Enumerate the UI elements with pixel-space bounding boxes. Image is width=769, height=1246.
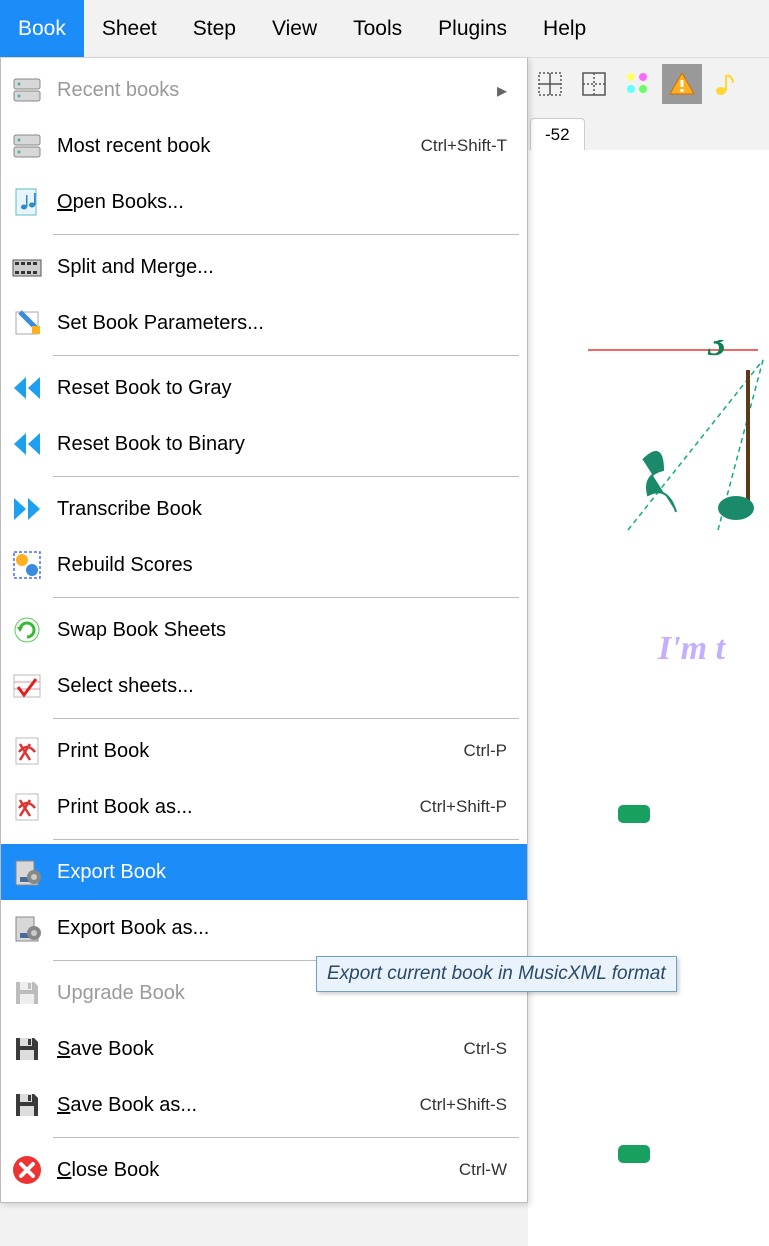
menu-separator: [53, 1137, 519, 1138]
note-head-1: [618, 805, 654, 832]
menu-item-save-book-as[interactable]: Save Book as...Ctrl+Shift-S: [1, 1077, 527, 1133]
menu-item-shortcut: Ctrl+Shift-P: [420, 797, 507, 817]
menu-item-export-book[interactable]: Export Book: [1, 844, 527, 900]
book-music-icon: [9, 184, 45, 220]
pdf-icon: [9, 733, 45, 769]
menu-item-label: Open Books...: [57, 191, 519, 214]
menu-book[interactable]: Book: [0, 0, 84, 57]
menu-separator: [53, 355, 519, 356]
menu-item-label: Print Book: [57, 740, 464, 763]
menu-item-reset-book-to-gray[interactable]: Reset Book to Gray: [1, 360, 527, 416]
lyric-text: I'm t: [658, 630, 725, 668]
menu-sheet[interactable]: Sheet: [84, 0, 175, 57]
sheet-tab-partial[interactable]: -52: [530, 118, 585, 151]
menu-separator: [53, 597, 519, 598]
triplet-marker: 3: [588, 340, 768, 545]
submenu-arrow-icon: ▸: [497, 78, 507, 103]
save-icon: [9, 1087, 45, 1123]
menu-item-label: Transcribe Book: [57, 498, 519, 521]
menu-item-transcribe-book[interactable]: Transcribe Book: [1, 481, 527, 537]
note-head-2: [618, 1145, 654, 1172]
menu-item-label: Swap Book Sheets: [57, 619, 519, 642]
select-icon: [9, 668, 45, 704]
menu-item-open-books[interactable]: Open Books...: [1, 174, 527, 230]
score-canvas: 3 I'm t: [528, 150, 769, 1246]
menu-item-label: Split and Merge...: [57, 256, 519, 279]
tooltip-export-book: Export current book in MusicXML format: [316, 956, 677, 992]
menu-item-recent-books: Recent books▸: [1, 62, 527, 118]
menu-item-print-book-as[interactable]: Print Book as...Ctrl+Shift-P: [1, 779, 527, 835]
menu-item-label: Close Book: [57, 1159, 459, 1182]
save-icon: [9, 1031, 45, 1067]
menu-item-save-book[interactable]: Save BookCtrl-S: [1, 1021, 527, 1077]
menu-item-most-recent-book[interactable]: Most recent bookCtrl+Shift-T: [1, 118, 527, 174]
forward-icon: [9, 491, 45, 527]
swap-icon: [9, 612, 45, 648]
export-icon: [9, 910, 45, 946]
toolbar-grid1-icon[interactable]: [530, 64, 570, 104]
menu-item-label: Save Book: [57, 1038, 464, 1061]
menu-help[interactable]: Help: [525, 0, 604, 57]
menubar: Book Sheet Step View Tools Plugins Help: [0, 0, 769, 58]
menu-separator: [53, 718, 519, 719]
menu-step[interactable]: Step: [175, 0, 254, 57]
svg-text:3: 3: [707, 340, 726, 363]
menu-item-shortcut: Ctrl+Shift-T: [421, 136, 507, 156]
menu-item-shortcut: Ctrl-P: [464, 741, 507, 761]
toolbar-partial: [530, 64, 746, 104]
menu-item-label: Recent books: [57, 79, 497, 102]
drive-icon: [9, 72, 45, 108]
close-icon: [9, 1152, 45, 1188]
menu-item-print-book[interactable]: Print BookCtrl-P: [1, 723, 527, 779]
menu-item-reset-book-to-binary[interactable]: Reset Book to Binary: [1, 416, 527, 472]
menu-separator: [53, 234, 519, 235]
menu-item-shortcut: Ctrl-W: [459, 1160, 507, 1180]
params-icon: [9, 305, 45, 341]
menu-item-label: Set Book Parameters...: [57, 312, 519, 335]
toolbar-note-icon[interactable]: [706, 64, 746, 104]
menu-item-rebuild-scores[interactable]: Rebuild Scores: [1, 537, 527, 593]
menu-plugins[interactable]: Plugins: [420, 0, 525, 57]
book-dropdown-menu: Recent books▸Most recent bookCtrl+Shift-…: [0, 58, 528, 1203]
menu-item-label: Most recent book: [57, 135, 421, 158]
rebuild-icon: [9, 547, 45, 583]
menu-item-swap-book-sheets[interactable]: Swap Book Sheets: [1, 602, 527, 658]
menu-separator: [53, 839, 519, 840]
menu-item-label: Rebuild Scores: [57, 554, 519, 577]
menu-separator: [53, 476, 519, 477]
menu-view[interactable]: View: [254, 0, 335, 57]
drive-icon: [9, 128, 45, 164]
rewind-icon: [9, 370, 45, 406]
toolbar-warning-icon[interactable]: [662, 64, 702, 104]
menu-item-export-book-as[interactable]: Export Book as...: [1, 900, 527, 956]
toolbar-palette-icon[interactable]: [618, 64, 658, 104]
menu-item-split-and-merge[interactable]: Split and Merge...: [1, 239, 527, 295]
menu-item-label: Print Book as...: [57, 796, 420, 819]
save-grey-icon: [9, 975, 45, 1011]
export-icon: [9, 854, 45, 890]
menu-item-label: Reset Book to Binary: [57, 433, 519, 456]
menu-item-close-book[interactable]: Close BookCtrl-W: [1, 1142, 527, 1198]
menu-item-shortcut: Ctrl+Shift-S: [420, 1095, 507, 1115]
menu-item-select-sheets[interactable]: Select sheets...: [1, 658, 527, 714]
menu-item-label: Export Book: [57, 861, 519, 884]
menu-item-label: Select sheets...: [57, 675, 519, 698]
menu-item-shortcut: Ctrl-S: [464, 1039, 507, 1059]
menu-item-label: Export Book as...: [57, 917, 519, 940]
menu-item-label: Reset Book to Gray: [57, 377, 519, 400]
film-icon: [9, 249, 45, 285]
rewind-icon: [9, 426, 45, 462]
pdf-icon: [9, 789, 45, 825]
menu-item-set-book-parameters[interactable]: Set Book Parameters...: [1, 295, 527, 351]
menu-tools[interactable]: Tools: [335, 0, 420, 57]
toolbar-grid2-icon[interactable]: [574, 64, 614, 104]
menu-item-label: Save Book as...: [57, 1094, 420, 1117]
